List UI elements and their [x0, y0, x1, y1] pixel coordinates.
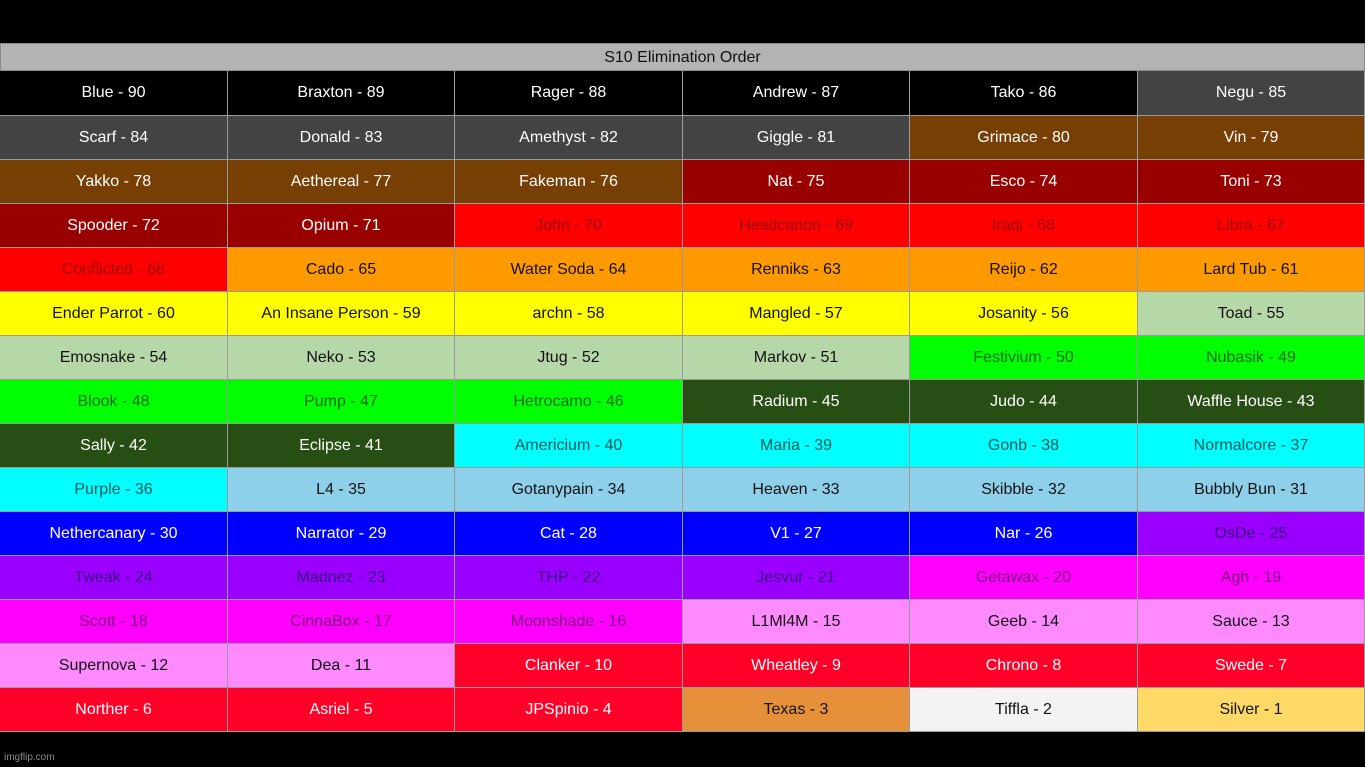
table-cell: Ender Parrot - 60 [0, 292, 228, 336]
table-cell: Andrew - 87 [683, 71, 910, 116]
elimination-grid: Blue - 90 Braxton - 89 Rager - 88 Andrew - … [0, 71, 1365, 732]
table-cell: Braxton - 89 [228, 71, 455, 116]
table-cell: John - 70 [455, 204, 683, 248]
table-cell: Tako - 86 [910, 71, 1138, 116]
table-cell: Scarf - 84 [0, 116, 228, 160]
table-cell: Markov - 51 [683, 336, 910, 380]
table-cell: THP - 22 [455, 556, 683, 600]
table-cell: Waffle House - 43 [1138, 380, 1365, 424]
table-cell: L1Ml4M - 15 [683, 600, 910, 644]
table-cell: Festivium - 50 [910, 336, 1138, 380]
table-cell: Texas - 3 [683, 688, 910, 732]
table-cell: Normalcore - 37 [1138, 424, 1365, 468]
table-cell: Dea - 11 [228, 644, 455, 688]
table-cell: Jesvur - 21 [683, 556, 910, 600]
table-cell: Sally - 42 [0, 424, 228, 468]
table-cell: Jtug - 52 [455, 336, 683, 380]
table-cell: Amethyst - 82 [455, 116, 683, 160]
table-cell: Moonshade - 16 [455, 600, 683, 644]
table-cell: Bubbly Bun - 31 [1138, 468, 1365, 512]
table-cell: Nethercanary - 30 [0, 512, 228, 556]
table-cell: Tweak - 24 [0, 556, 228, 600]
table-cell: Mangled - 57 [683, 292, 910, 336]
table-cell: Lard Tub - 61 [1138, 248, 1365, 292]
table-cell: Geeb - 14 [910, 600, 1138, 644]
table-cell: Chrono - 8 [910, 644, 1138, 688]
table-cell: Radium - 45 [683, 380, 910, 424]
table-cell: Donald - 83 [228, 116, 455, 160]
table-cell: JPSpinio - 4 [455, 688, 683, 732]
table-cell: Agh - 19 [1138, 556, 1365, 600]
table-cell: Purple - 36 [0, 468, 228, 512]
table-cell: Blook - 48 [0, 380, 228, 424]
table-cell: Supernova - 12 [0, 644, 228, 688]
table-cell: Rager - 88 [455, 71, 683, 116]
table-cell: Pump - 47 [228, 380, 455, 424]
table-cell: Sauce - 13 [1138, 600, 1365, 644]
table-cell: Nar - 26 [910, 512, 1138, 556]
table-cell: Nubasik - 49 [1138, 336, 1365, 380]
table-cell: Wheatley - 9 [683, 644, 910, 688]
table-cell: Vin - 79 [1138, 116, 1365, 160]
table-cell: Blue - 90 [0, 71, 228, 116]
table-cell: Clanker - 10 [455, 644, 683, 688]
table-cell: Gonb - 38 [910, 424, 1138, 468]
table-cell: Madnez - 23 [228, 556, 455, 600]
table-cell: Reijo - 62 [910, 248, 1138, 292]
table-cell: Scott - 18 [0, 600, 228, 644]
watermark: imgflip.com [4, 752, 55, 763]
table-cell: Renniks - 63 [683, 248, 910, 292]
table-cell: Toni - 73 [1138, 160, 1365, 204]
table-cell: Swede - 7 [1138, 644, 1365, 688]
table-cell: Judo - 44 [910, 380, 1138, 424]
table-cell: Iraqi - 68 [910, 204, 1138, 248]
table-cell: Negu - 85 [1138, 71, 1365, 116]
table-cell: Cat - 28 [455, 512, 683, 556]
table-cell: Hetrocamo - 46 [455, 380, 683, 424]
table-cell: Silver - 1 [1138, 688, 1365, 732]
table-cell: Heaven - 33 [683, 468, 910, 512]
table-cell: CinnaBox - 17 [228, 600, 455, 644]
table-cell: An Insane Person - 59 [228, 292, 455, 336]
table-cell: Giggle - 81 [683, 116, 910, 160]
table-cell: Norther - 6 [0, 688, 228, 732]
table-cell: Maria - 39 [683, 424, 910, 468]
table-cell: L4 - 35 [228, 468, 455, 512]
table-cell: Headcanon - 69 [683, 204, 910, 248]
table-cell: Nat - 75 [683, 160, 910, 204]
table-cell: Water Soda - 64 [455, 248, 683, 292]
table-cell: Tiffla - 2 [910, 688, 1138, 732]
table-cell: Skibble - 32 [910, 468, 1138, 512]
table-cell: Neko - 53 [228, 336, 455, 380]
table-cell: Americium - 40 [455, 424, 683, 468]
table-cell: archn - 58 [455, 292, 683, 336]
table-cell: Eclipse - 41 [228, 424, 455, 468]
elimination-table: S10 Elimination Order Blue - 90 Braxton -… [0, 43, 1365, 732]
table-cell: OsDe - 25 [1138, 512, 1365, 556]
table-cell: Asriel - 5 [228, 688, 455, 732]
table-cell: Toad - 55 [1138, 292, 1365, 336]
table-cell: Fakeman - 76 [455, 160, 683, 204]
table-cell: Opium - 71 [228, 204, 455, 248]
table-cell: Conflicted - 66 [0, 248, 228, 292]
table-cell: V1 - 27 [683, 512, 910, 556]
table-cell: Esco - 74 [910, 160, 1138, 204]
table-cell: Emosnake - 54 [0, 336, 228, 380]
table-cell: Yakko - 78 [0, 160, 228, 204]
table-cell: Cado - 65 [228, 248, 455, 292]
table-cell: Aethereal - 77 [228, 160, 455, 204]
table-cell: Narrator - 29 [228, 512, 455, 556]
table-cell: Josanity - 56 [910, 292, 1138, 336]
table-cell: Grimace - 80 [910, 116, 1138, 160]
table-cell: Gotanypain - 34 [455, 468, 683, 512]
table-title: S10 Elimination Order [0, 43, 1365, 71]
table-cell: Spooder - 72 [0, 204, 228, 248]
table-cell: Libra - 67 [1138, 204, 1365, 248]
table-cell: Getawax - 20 [910, 556, 1138, 600]
